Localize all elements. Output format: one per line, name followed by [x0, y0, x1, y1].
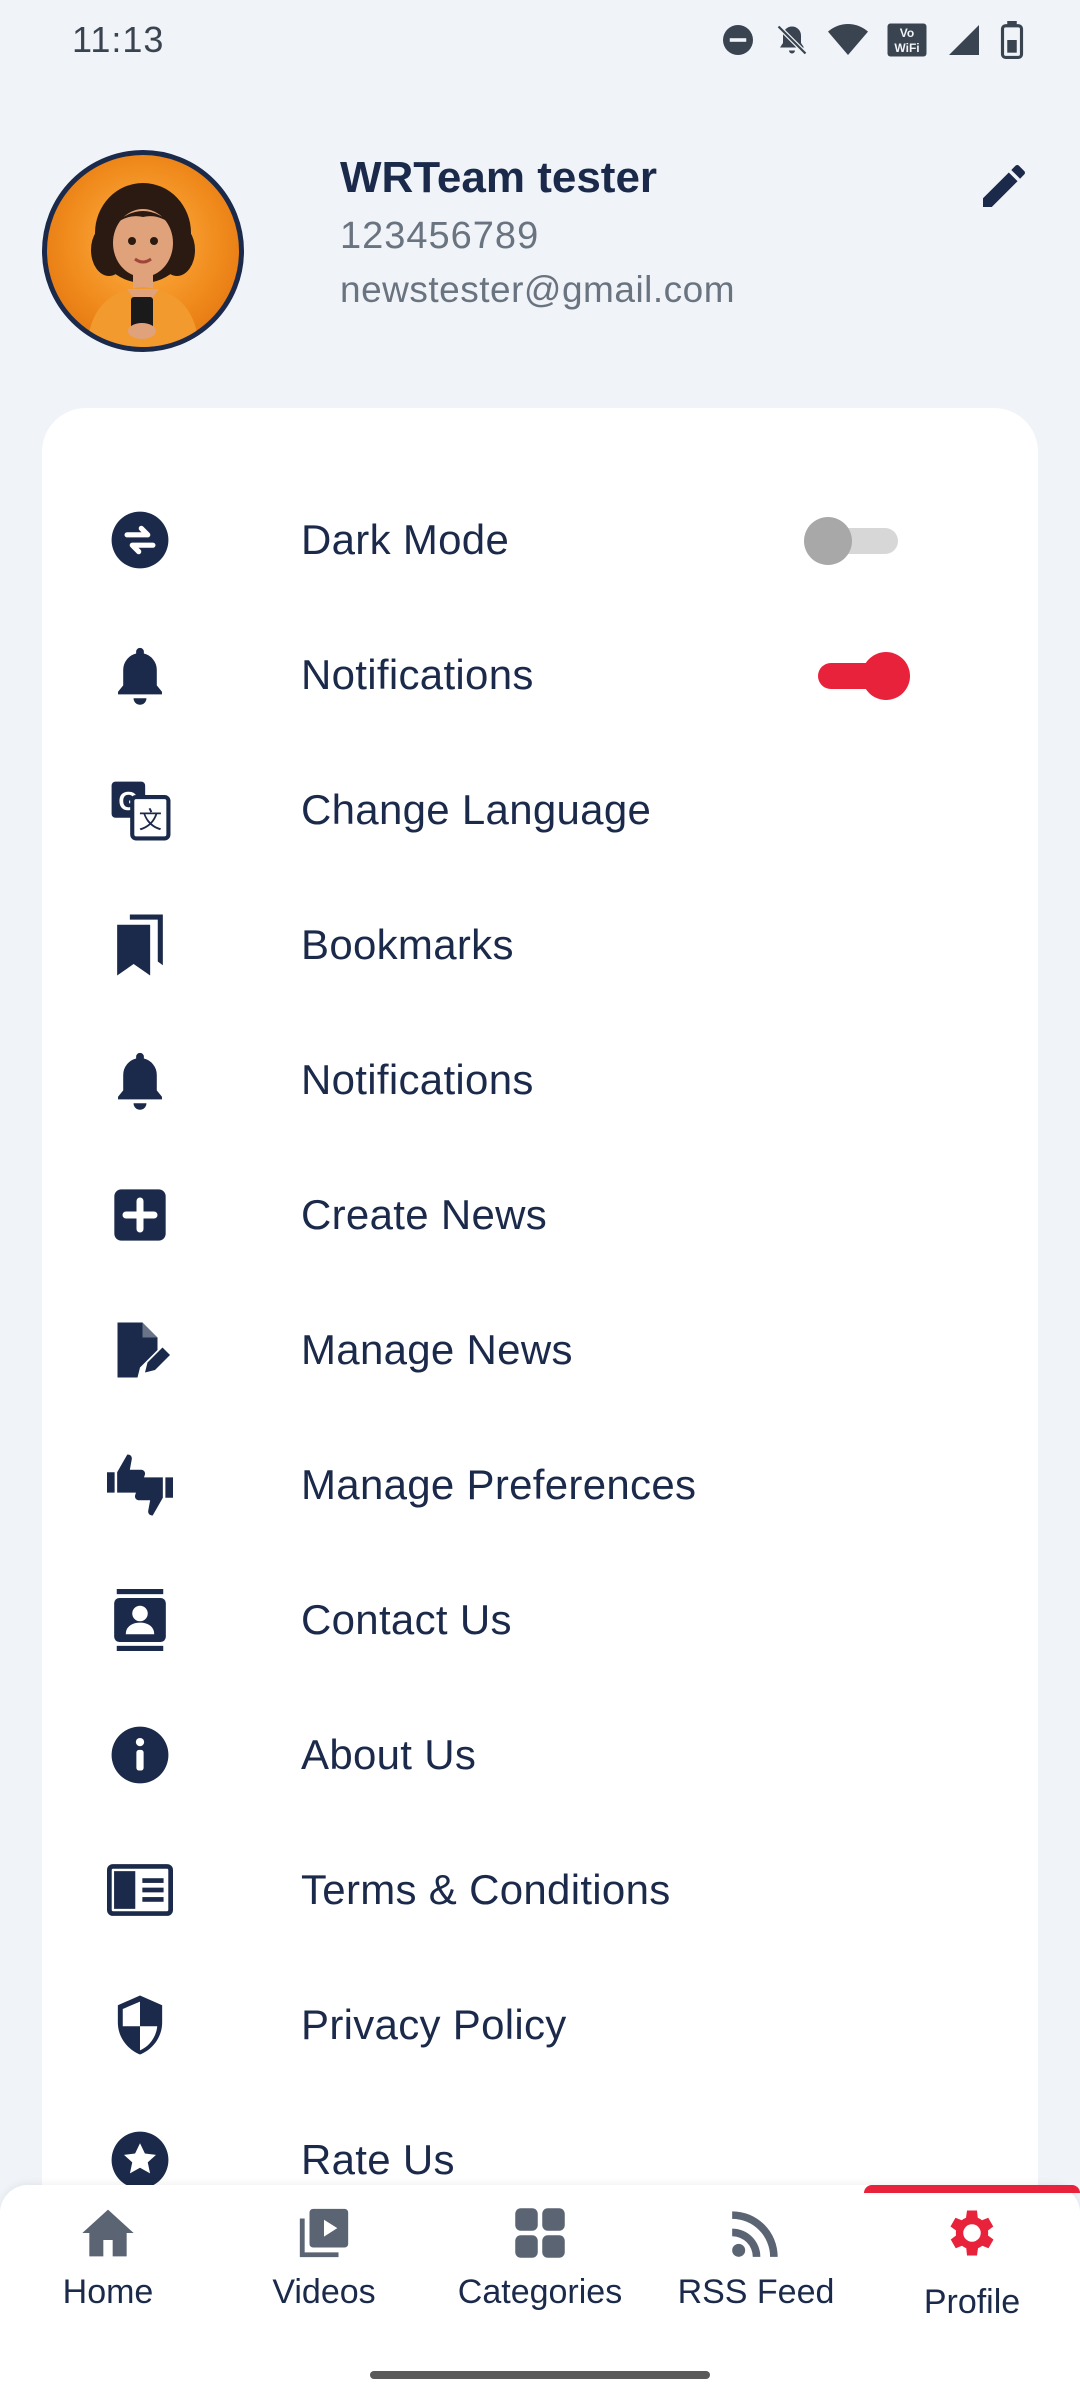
- menu-item-bookmarks[interactable]: Bookmarks: [42, 877, 1038, 1012]
- user-info: WRTeam tester 123456789 newstester@gmail…: [340, 150, 735, 316]
- shield-icon: [100, 1985, 180, 2065]
- translate-icon: G文: [100, 770, 180, 850]
- home-icon: [76, 2201, 140, 2265]
- wifi-icon: [828, 24, 868, 55]
- video-library-icon: [292, 2201, 356, 2265]
- thumbs-up-down-icon: [100, 1445, 180, 1525]
- menu-item-label: Dark Mode: [301, 515, 510, 563]
- plus-square-icon: [100, 1175, 180, 1255]
- user-name: WRTeam tester: [340, 153, 658, 202]
- menu-item-about-us[interactable]: About Us: [42, 1687, 1038, 1822]
- dark-mode-toggle[interactable]: [804, 512, 904, 568]
- nav-categories[interactable]: Categories: [432, 2185, 648, 2355]
- info-icon: [100, 1715, 180, 1795]
- menu-item-label: Create News: [301, 1190, 548, 1238]
- menu-item-privacy-policy[interactable]: Privacy Policy: [42, 1957, 1038, 2092]
- menu-item-label: Rate Us: [301, 2135, 455, 2183]
- nav-rss-feed[interactable]: RSS Feed: [648, 2185, 864, 2355]
- svg-text:WiFi: WiFi: [894, 41, 919, 55]
- nav-videos[interactable]: Videos: [216, 2185, 432, 2355]
- contact-card-icon: [100, 1580, 180, 1660]
- menu-item-label: Privacy Policy: [301, 2000, 567, 2048]
- menu-item-label: Manage News: [301, 1325, 573, 1373]
- bottom-navigation: Home Videos Categories RSS Feed Profile: [0, 2185, 1080, 2400]
- menu-item-notifications-toggle[interactable]: Notifications: [42, 607, 1038, 742]
- battery-icon: [1000, 21, 1024, 59]
- menu-item-manage-news[interactable]: Manage News: [42, 1282, 1038, 1417]
- home-indicator[interactable]: [370, 2371, 710, 2379]
- menu-item-contact-us[interactable]: Contact Us: [42, 1552, 1038, 1687]
- vowifi-icon: VoWiFi: [887, 23, 927, 57]
- nav-label: RSS Feed: [677, 2273, 835, 2311]
- menu-item-label: Contact Us: [301, 1595, 512, 1643]
- avatar[interactable]: [42, 150, 244, 352]
- edit-profile-button[interactable]: [972, 154, 1036, 218]
- menu-item-terms[interactable]: Terms & Conditions: [42, 1822, 1038, 1957]
- svg-text:Vo: Vo: [900, 26, 914, 40]
- menu-item-manage-preferences[interactable]: Manage Preferences: [42, 1417, 1038, 1552]
- edit-document-icon: [100, 1310, 180, 1390]
- menu-item-create-news[interactable]: Create News: [42, 1147, 1038, 1282]
- nav-profile[interactable]: Profile: [864, 2185, 1080, 2355]
- menu-item-label: Change Language: [301, 785, 652, 833]
- avatar-illustration: [87, 183, 199, 347]
- nav-label: Profile: [923, 2283, 1021, 2321]
- status-bar: 11:13 Vo WiFi: [0, 0, 1080, 80]
- svg-text:文: 文: [139, 807, 162, 834]
- nav-home[interactable]: Home: [0, 2185, 216, 2355]
- rss-icon: [724, 2201, 788, 2265]
- user-phone: 123456789: [340, 215, 540, 257]
- bell-icon: [100, 635, 180, 715]
- user-email: newstester@gmail.com: [340, 269, 736, 310]
- status-icons: Vo WiFi: [720, 21, 1024, 59]
- menu-item-label: Notifications: [301, 1055, 534, 1103]
- bell-icon: [100, 1040, 180, 1120]
- settings-menu-card: Dark Mode Notifications G文 Change Langua…: [42, 408, 1038, 2208]
- notifications-toggle[interactable]: [812, 647, 912, 703]
- menu-item-label: Bookmarks: [301, 920, 514, 968]
- nav-label: Categories: [457, 2273, 623, 2311]
- menu-item-change-language[interactable]: G文 Change Language: [42, 742, 1038, 877]
- gear-icon: [940, 2201, 1004, 2265]
- menu-item-notifications[interactable]: Notifications: [42, 1012, 1038, 1147]
- swap-circle-icon: [100, 500, 180, 580]
- menu-item-label: Terms & Conditions: [301, 1865, 671, 1913]
- status-time: 11:13: [72, 19, 165, 60]
- menu-item-label: About Us: [301, 1730, 477, 1778]
- nav-label: Videos: [272, 2273, 376, 2311]
- menu-item-label: Manage Preferences: [301, 1460, 697, 1508]
- nav-label: Home: [62, 2273, 154, 2311]
- signal-icon: [949, 25, 979, 55]
- pencil-icon: [983, 164, 1026, 207]
- menu-item-label: Notifications: [301, 650, 534, 698]
- grid-icon: [508, 2201, 572, 2265]
- book-open-icon: [100, 1850, 180, 1930]
- do-not-disturb-icon: [723, 25, 753, 55]
- menu-item-dark-mode[interactable]: Dark Mode: [42, 472, 1038, 607]
- bookmarks-icon: [100, 905, 180, 985]
- bell-off-icon: [776, 24, 808, 56]
